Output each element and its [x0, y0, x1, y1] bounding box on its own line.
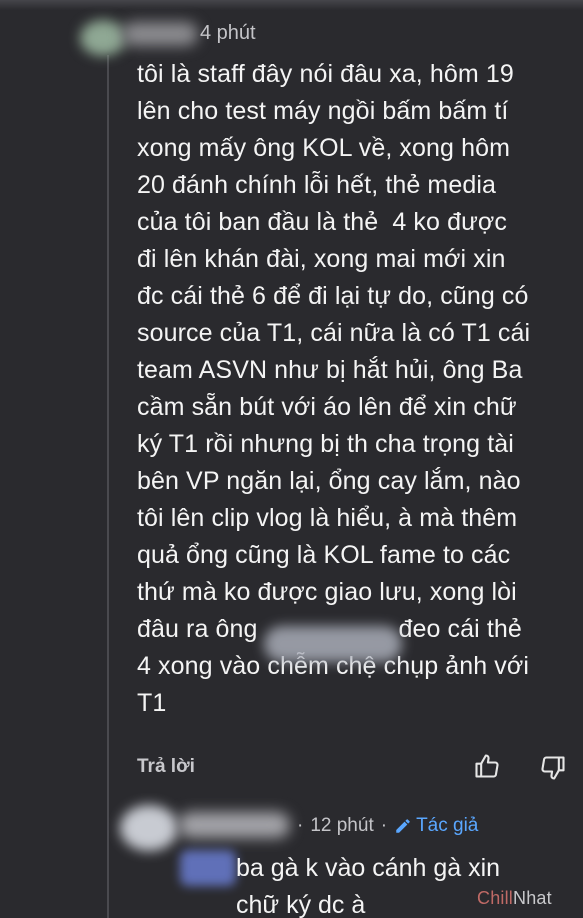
meta-separator: · [297, 815, 304, 836]
meta-separator: · [380, 815, 388, 836]
mention-redacted[interactable] [180, 850, 236, 886]
thumbs-up-icon [475, 754, 499, 778]
username-redacted[interactable] [122, 22, 198, 46]
thumbs-down-icon [541, 756, 565, 780]
author-badge-label: Tác giả [416, 815, 479, 836]
reply-meta: · 12 phút · Tác giả [290, 815, 478, 837]
reply-username-redacted[interactable] [178, 812, 290, 838]
avatar[interactable] [80, 20, 126, 56]
redacted-name [264, 626, 402, 662]
like-button[interactable] [473, 752, 501, 780]
thread-line [107, 55, 109, 918]
author-badge: Tác giả [394, 815, 478, 837]
top-edge [0, 0, 583, 10]
reply-button[interactable]: Trả lời [137, 756, 195, 778]
comment-body: tôi là staff đây nói đâu xa, hôm 19 lên … [137, 60, 531, 717]
watermark-part2: Nhat [513, 888, 552, 908]
watermark: ChillNhat [477, 888, 552, 909]
reply-time: 12 phút [310, 815, 374, 836]
pencil-icon [396, 819, 410, 833]
comment-time: 4 phút [200, 22, 256, 44]
watermark-part1: Chill [477, 888, 514, 908]
dislike-button[interactable] [539, 754, 567, 782]
reply-avatar[interactable] [120, 805, 178, 851]
